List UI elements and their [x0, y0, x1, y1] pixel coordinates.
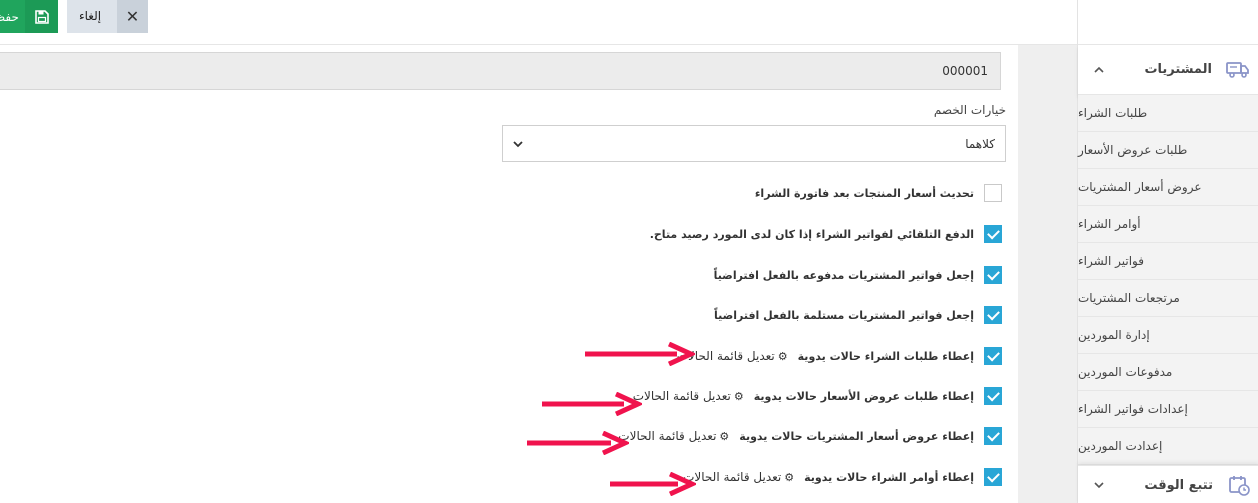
option-checkbox[interactable] [984, 184, 1002, 202]
option-row[interactable]: الدفع التلقائي لفواتير الشراء إذا كان لد… [650, 224, 1002, 244]
save-label: حفظ [0, 9, 19, 24]
discount-options-select[interactable]: كلاهما [502, 125, 1006, 162]
truck-icon [1226, 58, 1250, 82]
sidebar-item-purchase-requests[interactable]: طلبات الشراء [1078, 95, 1258, 132]
chevron-down-icon [513, 137, 523, 151]
calendar-clock-icon [1227, 473, 1251, 497]
settings-form: 000001 خيارات الخصم كلاهما تحديث أسعار ا… [0, 45, 1018, 503]
annotation-arrow [585, 342, 695, 366]
save-icon-button[interactable] [25, 0, 58, 33]
close-icon: ✕ [117, 0, 148, 33]
gear-icon: ⚙ [733, 389, 744, 403]
sidebar-item-label: مرتجعات المشتريات [1078, 291, 1180, 305]
annotation-arrow [527, 431, 629, 455]
discount-options-label: خيارات الخصم [933, 103, 1006, 117]
sidebar-item-purchase-quotations[interactable]: عروض أسعار المشتريات [1078, 169, 1258, 206]
code-field[interactable]: 000001 [0, 52, 1001, 90]
option-checkbox[interactable] [984, 347, 1002, 365]
option-label: إعطاء أوامر الشراء حالات يدوية [804, 470, 974, 484]
edit-status-list-link[interactable]: ⚙ تعديل قائمة الحالات [683, 470, 794, 484]
purchases-label: المشتريات [1144, 62, 1212, 77]
option-label: إجعل فواتير المشتريات مدفوعه بالفعل افتر… [713, 268, 974, 282]
sidebar-section-time-tracking[interactable]: تتبع الوقت [1078, 465, 1258, 503]
discount-select-value: كلاهما [965, 136, 995, 151]
edit-status-list-link[interactable]: ⚙ تعديل قائمة الحالات [618, 429, 729, 443]
option-checkbox[interactable] [984, 427, 1002, 445]
gear-icon: ⚙ [719, 429, 730, 443]
sidebar-item-label: إعدادت الموردين [1078, 439, 1163, 453]
option-checkbox[interactable] [984, 266, 1002, 284]
edit-status-list-label: تعديل قائمة الحالات [683, 470, 782, 484]
floppy-disk-icon [34, 9, 49, 24]
sidebar-item-label: إعدادات فواتير الشراء [1078, 402, 1188, 416]
code-value: 000001 [942, 64, 988, 78]
sidebar-item-label: عروض أسعار المشتريات [1078, 180, 1202, 194]
purchases-submenu: طلبات الشراء طلبات عروض الأسعار عروض أسع… [1078, 95, 1258, 465]
annotation-arrow [610, 472, 696, 496]
option-row[interactable]: إعطاء طلبات الشراء حالات يدوية ⚙ تعديل ق… [677, 346, 1002, 366]
option-checkbox[interactable] [984, 306, 1002, 324]
sidebar-top [1078, 0, 1258, 45]
time-tracking-label: تتبع الوقت [1144, 477, 1213, 493]
option-label: إعطاء طلبات الشراء حالات يدوية [797, 349, 974, 363]
cancel-button[interactable]: إلغاء ✕ [67, 0, 148, 33]
sidebar-item-invoice-settings[interactable]: إعدادات فواتير الشراء [1078, 391, 1258, 428]
sidebar-item-manage-suppliers[interactable]: إدارة الموردين [1078, 317, 1258, 354]
app-root: حفظ إلغاء ✕ 000001 خيارات الخصم كلاهما [0, 0, 1258, 503]
gear-icon: ⚙ [784, 470, 795, 484]
option-label: الدفع التلقائي لفواتير الشراء إذا كان لد… [649, 227, 974, 241]
sidebar-item-purchase-invoices[interactable]: فواتير الشراء [1078, 243, 1258, 280]
sidebar-item-supplier-settings[interactable]: إعدادت الموردين [1078, 428, 1258, 465]
option-row[interactable]: إعطاء عروض أسعار المشتريات حالات يدوية ⚙… [618, 426, 1002, 446]
option-row[interactable]: إعطاء أوامر الشراء حالات يدوية ⚙ تعديل ق… [683, 467, 1002, 487]
sidebar: المشتريات طلبات الشراء طلبات عروض الأسعا… [1077, 0, 1258, 503]
sidebar-item-supplier-payments[interactable]: مدفوعات الموردين [1078, 354, 1258, 391]
option-label: إجعل فواتير المشتريات مستلمة بالفعل افتر… [713, 308, 974, 322]
gear-icon: ⚙ [777, 349, 788, 363]
sidebar-section-purchases[interactable]: المشتريات [1078, 45, 1258, 95]
sidebar-item-label: مدفوعات الموردين [1078, 365, 1173, 379]
option-row[interactable]: إجعل فواتير المشتريات مستلمة بالفعل افتر… [714, 305, 1002, 325]
chevron-up-icon [1094, 63, 1104, 76]
sidebar-item-label: فواتير الشراء [1078, 254, 1144, 268]
option-label: إعطاء طلبات عروض الأسعار حالات يدوية [753, 389, 974, 403]
option-label: تحديث أسعار المنتجات بعد فاتورة الشراء [754, 186, 974, 200]
top-toolbar: حفظ إلغاء ✕ [0, 0, 1077, 45]
save-button[interactable]: حفظ [0, 0, 25, 33]
content-gutter [1018, 45, 1077, 503]
sidebar-item-purchase-returns[interactable]: مرتجعات المشتريات [1078, 280, 1258, 317]
option-checkbox[interactable] [984, 225, 1002, 243]
cancel-label: إلغاء [79, 9, 102, 23]
edit-status-list-label: تعديل قائمة الحالات [618, 429, 717, 443]
sidebar-item-rfq[interactable]: طلبات عروض الأسعار [1078, 132, 1258, 169]
option-row[interactable]: إجعل فواتير المشتريات مدفوعه بالفعل افتر… [714, 265, 1002, 285]
option-checkbox[interactable] [984, 468, 1002, 486]
sidebar-item-label: طلبات الشراء [1078, 106, 1148, 120]
edit-status-list-link[interactable]: ⚙ تعديل قائمة الحالات [633, 389, 744, 403]
sidebar-item-label: طلبات عروض الأسعار [1078, 143, 1188, 157]
option-checkbox[interactable] [984, 387, 1002, 405]
sidebar-item-purchase-orders[interactable]: أوامر الشراء [1078, 206, 1258, 243]
option-label: إعطاء عروض أسعار المشتريات حالات يدوية [739, 429, 974, 443]
chevron-down-icon [1094, 479, 1104, 492]
sidebar-item-label: إدارة الموردين [1078, 328, 1150, 342]
annotation-arrow [542, 392, 642, 416]
option-row[interactable]: تحديث أسعار المنتجات بعد فاتورة الشراء [755, 183, 1002, 203]
option-row[interactable]: إعطاء طلبات عروض الأسعار حالات يدوية ⚙ ت… [633, 386, 1002, 406]
edit-status-list-label: تعديل قائمة الحالات [632, 389, 731, 403]
sidebar-item-label: أوامر الشراء [1078, 217, 1141, 231]
